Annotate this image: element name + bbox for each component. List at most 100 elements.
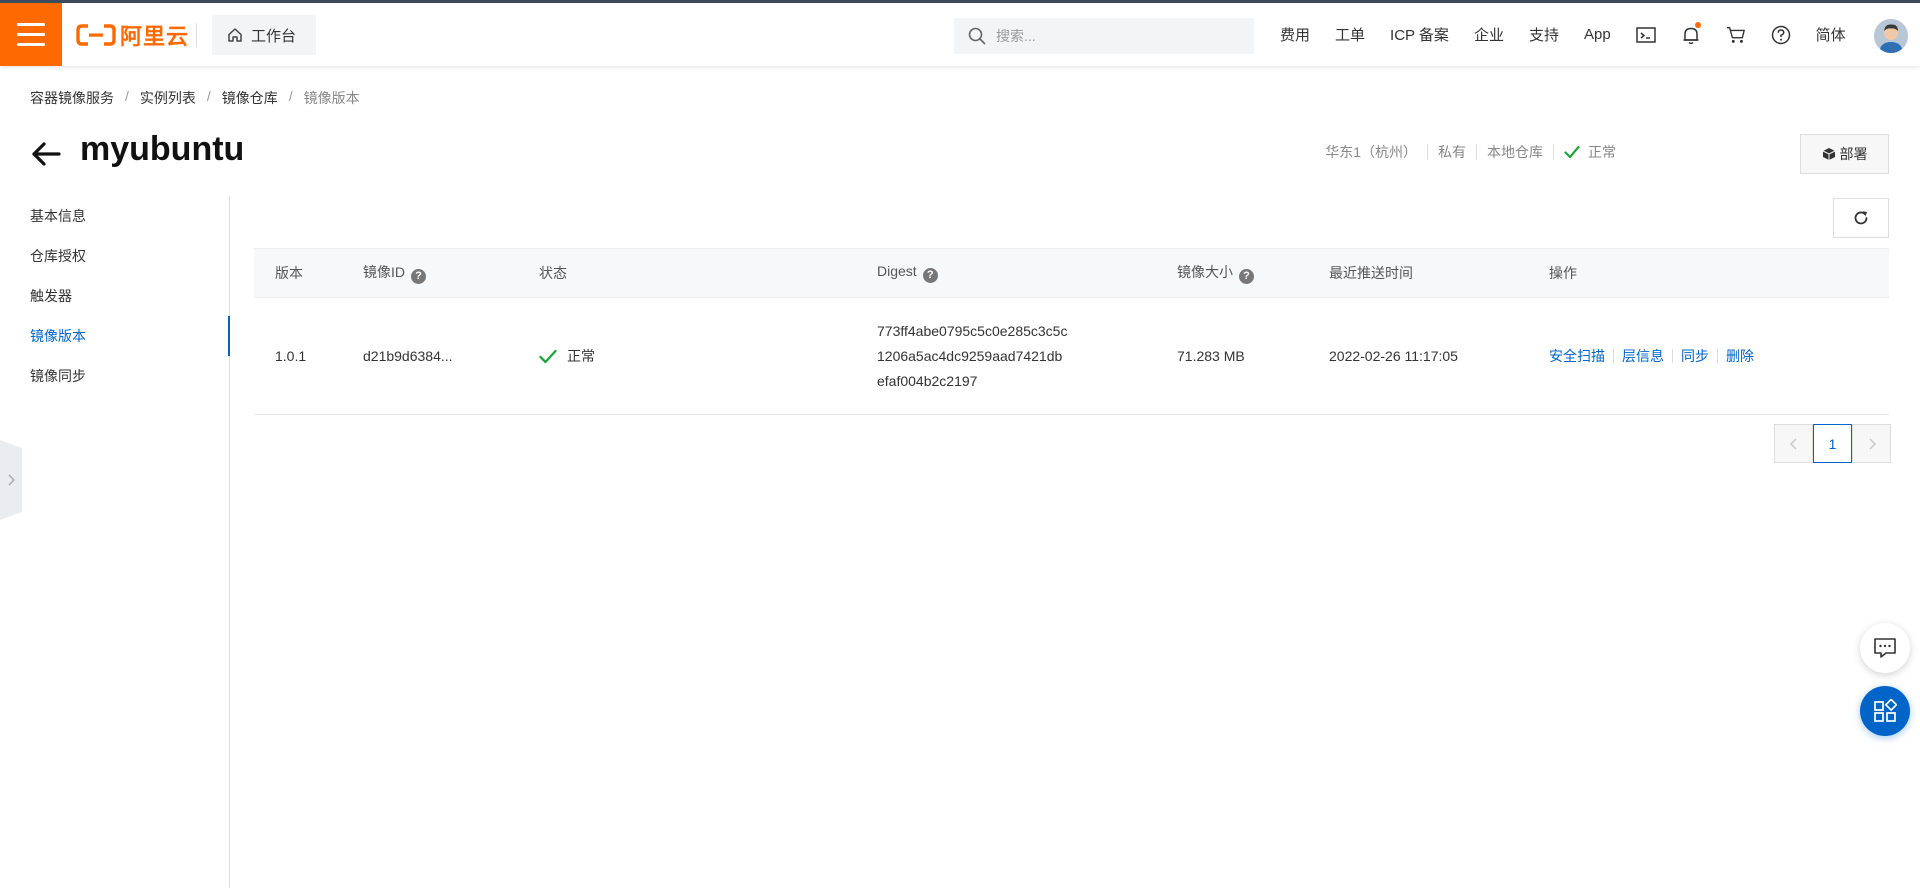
chevron-right-icon <box>1868 437 1876 450</box>
sidebar-item-repo-auth[interactable]: 仓库授权 <box>0 236 229 276</box>
terminal-icon[interactable] <box>1635 25 1656 45</box>
apps-float-button[interactable] <box>1860 686 1910 736</box>
nav-link-enterprise[interactable]: 企业 <box>1474 24 1504 45</box>
pagination: 1 <box>1774 424 1891 463</box>
repo-type: 本地仓库 <box>1476 144 1553 160</box>
top-nav-links: 费用 工单 ICP 备案 企业 支持 App 简体 <box>1280 3 1871 66</box>
bell-icon[interactable] <box>1681 21 1701 45</box>
repo-meta: 华东1（杭州） 私有 本地仓库 正常 <box>1315 144 1626 160</box>
repo-status-text: 正常 <box>1588 144 1616 160</box>
status-text: 正常 <box>567 348 595 364</box>
deploy-label: 部署 <box>1839 146 1868 162</box>
table-header-row: 版本 镜像ID? 状态 Digest? 镜像大小? 最近推送时间 操作 <box>254 248 1889 298</box>
top-navigation-bar: 阿里云 工作台 费用 工单 ICP 备案 企业 支持 App <box>0 0 1920 66</box>
chat-float-button[interactable] <box>1860 623 1910 673</box>
breadcrumb-separator: / <box>288 88 293 104</box>
breadcrumb-item-repositories[interactable]: 镜像仓库 <box>222 88 278 108</box>
breadcrumb-item-instance-list[interactable]: 实例列表 <box>140 88 196 108</box>
sidebar-collapse-handle[interactable] <box>0 440 22 520</box>
cell-actions: 安全扫描 层信息 同步 删除 <box>1528 297 1889 415</box>
logo-text: 阿里云 <box>120 24 190 49</box>
cell-size: 71.283 MB <box>1156 297 1308 415</box>
delete-link[interactable]: 删除 <box>1717 349 1762 363</box>
prev-page-button[interactable] <box>1774 424 1813 463</box>
column-header-digest: Digest? <box>856 248 1156 298</box>
menu-line <box>17 33 45 36</box>
search-icon <box>968 27 986 45</box>
apps-grid-icon <box>1874 699 1897 722</box>
aliyun-logo-icon <box>76 24 116 46</box>
notification-dot <box>1694 21 1701 28</box>
deploy-button[interactable]: 部署 <box>1800 134 1889 174</box>
menu-line <box>17 23 45 26</box>
image-versions-table: 版本 镜像ID? 状态 Digest? 镜像大小? 最近推送时间 操作 1.0.… <box>254 248 1889 415</box>
cart-icon[interactable] <box>1726 25 1746 45</box>
cube-icon <box>1822 148 1835 160</box>
page-number-current[interactable]: 1 <box>1813 424 1852 463</box>
digest-line: 1206a5ac4dc9259aad7421db <box>877 347 1063 364</box>
column-header-version-label: 版本 <box>275 265 303 281</box>
nav-link-billing[interactable]: 费用 <box>1280 24 1310 45</box>
cell-status: 正常 <box>518 297 856 415</box>
cell-image-id: d21b9d6384... <box>342 297 518 415</box>
sidebar-item-image-sync[interactable]: 镜像同步 <box>0 356 229 396</box>
chat-icon <box>1874 638 1896 658</box>
repo-status: 正常 <box>1553 144 1626 160</box>
breadcrumb-separator: / <box>206 88 211 104</box>
digest-line: efaf004b2c2197 <box>877 372 978 389</box>
search-input[interactable] <box>996 28 1236 44</box>
cell-version: 1.0.1 <box>254 297 342 415</box>
column-header-status-label: 状态 <box>539 265 567 281</box>
next-page-button[interactable] <box>1852 424 1891 463</box>
refresh-icon <box>1854 211 1868 225</box>
menu-line <box>17 43 45 46</box>
refresh-button[interactable] <box>1833 198 1889 238</box>
image-id-help-icon[interactable]: ? <box>411 269 426 284</box>
table-row: 1.0.1 d21b9d6384... 正常 773ff4abe0795c5c0… <box>254 297 1889 415</box>
cell-digest: 773ff4abe0795c5c0e285c3c5c 1206a5ac4dc92… <box>856 297 1156 415</box>
digest-line: 773ff4abe0795c5c0e285c3c5c <box>877 322 1068 339</box>
nav-link-icp[interactable]: ICP 备案 <box>1390 24 1449 45</box>
digest-help-icon[interactable]: ? <box>922 268 938 283</box>
page-title: myubuntu <box>80 130 245 168</box>
nav-link-app[interactable]: App <box>1584 26 1611 43</box>
cell-pushed-at: 2022-02-26 11:17:05 <box>1308 297 1528 415</box>
column-header-pushed-at-label: 最近推送时间 <box>1329 265 1413 281</box>
hamburger-menu-button[interactable] <box>0 3 62 66</box>
breadcrumb: 容器镜像服务 / 实例列表 / 镜像仓库 / 镜像版本 <box>30 88 360 108</box>
layer-info-link[interactable]: 层信息 <box>1613 349 1672 363</box>
column-header-status: 状态 <box>518 248 856 298</box>
column-header-digest-label: Digest <box>877 263 917 279</box>
sidebar-item-triggers[interactable]: 触发器 <box>0 276 229 316</box>
check-icon <box>1564 145 1580 159</box>
repo-region: 华东1（杭州） <box>1325 144 1417 160</box>
column-header-pushed-at: 最近推送时间 <box>1308 248 1528 298</box>
breadcrumb-item-cr-service[interactable]: 容器镜像服务 <box>30 88 114 108</box>
language-switch[interactable]: 简体 <box>1816 24 1846 45</box>
column-header-image-id: 镜像ID? <box>342 248 518 298</box>
nav-link-tickets[interactable]: 工单 <box>1335 24 1365 45</box>
nav-link-support[interactable]: 支持 <box>1529 24 1559 45</box>
security-scan-link[interactable]: 安全扫描 <box>1549 349 1613 363</box>
success-check-icon <box>539 349 557 363</box>
avatar-image <box>1874 19 1908 53</box>
column-header-image-id-label: 镜像ID <box>363 264 405 280</box>
home-icon <box>228 28 242 42</box>
workbench-button[interactable]: 工作台 <box>212 15 316 55</box>
aliyun-logo[interactable]: 阿里云 <box>76 18 189 52</box>
workbench-label: 工作台 <box>251 27 297 45</box>
back-arrow-icon[interactable] <box>30 138 62 170</box>
sidebar-item-image-versions[interactable]: 镜像版本 <box>0 316 230 356</box>
sync-link[interactable]: 同步 <box>1672 349 1717 363</box>
user-avatar[interactable] <box>1874 19 1908 53</box>
column-header-size-label: 镜像大小 <box>1177 264 1233 280</box>
column-header-actions-label: 操作 <box>1549 265 1577 281</box>
breadcrumb-separator: / <box>125 88 129 104</box>
global-search[interactable] <box>954 18 1254 54</box>
help-icon[interactable] <box>1771 25 1791 45</box>
chevron-right-icon <box>8 474 16 486</box>
sidebar-item-basic-info[interactable]: 基本信息 <box>0 196 229 236</box>
logo-divider <box>196 23 197 47</box>
size-help-icon[interactable]: ? <box>1239 269 1254 284</box>
breadcrumb-item-current: 镜像版本 <box>303 90 360 106</box>
